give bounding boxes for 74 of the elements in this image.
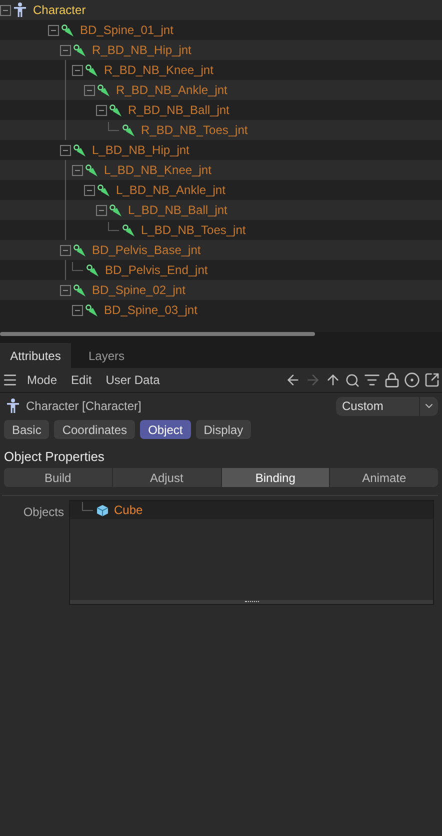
tree-item[interactable]: R_BD_NB_Ball_jnt [128, 103, 230, 117]
menu-item[interactable]: Mode [22, 373, 62, 387]
joint-icon [85, 164, 98, 176]
tab[interactable]: Basic [4, 420, 50, 439]
tree-item[interactable]: L_BD_NB_Ankle_jnt [116, 183, 226, 197]
collapse-toggle[interactable] [60, 44, 71, 56]
tab[interactable]: Object [140, 420, 191, 439]
preset-dropdown[interactable]: Custom [336, 396, 438, 416]
joint-icon [109, 104, 122, 116]
collapse-toggle[interactable] [96, 204, 107, 216]
collapse-toggle[interactable] [60, 284, 71, 296]
joint-icon [85, 304, 98, 316]
segment-tab[interactable]: Build [4, 468, 112, 487]
joint-icon [85, 64, 98, 76]
joint-icon [97, 184, 110, 196]
tree-item[interactable]: L_BD_NB_Hip_jnt [92, 143, 190, 157]
joint-icon [122, 124, 135, 136]
joint-icon [97, 84, 110, 96]
collapse-toggle[interactable] [60, 244, 71, 256]
target-icon[interactable] [404, 372, 420, 388]
filter-icon[interactable] [364, 372, 380, 388]
collapse-toggle[interactable] [48, 24, 59, 36]
joint-icon [86, 264, 99, 276]
section-title: Object Properties [3, 448, 106, 466]
tree-item[interactable]: R_BD_NB_Ankle_jnt [116, 83, 228, 97]
joint-icon [122, 224, 135, 236]
tree-item[interactable]: L_BD_NB_Toes_jnt [141, 223, 246, 237]
menu-item[interactable]: Edit [66, 373, 97, 387]
cube-icon [96, 504, 109, 516]
collapse-toggle[interactable] [0, 4, 11, 16]
joint-icon [73, 144, 86, 156]
collapse-toggle[interactable] [84, 184, 95, 196]
search-icon[interactable] [345, 372, 360, 388]
tab[interactable]: Display [196, 420, 252, 439]
menu-icon[interactable] [2, 372, 18, 388]
tree-item[interactable]: R_BD_NB_Knee_jnt [104, 63, 214, 77]
tree-item[interactable]: BD_Spine_01_jnt [80, 23, 174, 37]
joint-icon [109, 204, 122, 216]
tree-item[interactable]: BD_Spine_03_jnt [104, 303, 198, 317]
tree-item[interactable]: R_BD_NB_Toes_jnt [141, 123, 248, 137]
panel-tab[interactable]: Attributes [0, 343, 71, 368]
field-label: Objects [22, 504, 64, 521]
segment-tab[interactable]: Animate [330, 468, 438, 487]
collapse-toggle[interactable] [72, 164, 83, 176]
collapse-toggle[interactable] [84, 84, 95, 96]
segment-tab[interactable]: Adjust [112, 468, 220, 487]
joint-icon [73, 44, 86, 56]
collapse-toggle[interactable] [72, 304, 83, 316]
tree-item[interactable]: BD_Pelvis_End_jnt [105, 263, 208, 277]
up-arrow-icon[interactable] [325, 372, 341, 388]
joint-icon [73, 284, 86, 296]
objects-list[interactable]: Cube [69, 500, 434, 605]
collapse-toggle[interactable] [96, 104, 107, 116]
back-arrow-icon[interactable] [285, 372, 301, 388]
new-window-icon[interactable] [424, 372, 440, 388]
segment-tab[interactable]: Binding [222, 468, 330, 487]
tree-item[interactable]: L_BD_NB_Knee_jnt [104, 163, 212, 177]
tree-item[interactable]: Character [33, 3, 86, 17]
tree-item[interactable]: R_BD_NB_Hip_jnt [92, 43, 192, 57]
figure-icon [6, 398, 20, 414]
panel-tab[interactable]: Layers [71, 343, 142, 368]
tab[interactable]: Coordinates [54, 420, 136, 439]
collapse-toggle[interactable] [60, 144, 71, 156]
joint-icon [73, 244, 86, 256]
object-item[interactable]: Cube [114, 503, 143, 517]
tree-item[interactable]: BD_Pelvis_Base_jnt [92, 243, 201, 257]
lock-icon[interactable] [384, 372, 400, 388]
menu-item[interactable]: User Data [100, 373, 165, 387]
tree-item[interactable]: L_BD_NB_Ball_jnt [128, 203, 228, 217]
object-title: Character [Character] [26, 399, 142, 413]
figure-icon [13, 2, 27, 18]
tree-item[interactable]: BD_Spine_02_jnt [92, 283, 186, 297]
joint-icon [61, 24, 74, 36]
collapse-toggle[interactable] [72, 64, 83, 76]
